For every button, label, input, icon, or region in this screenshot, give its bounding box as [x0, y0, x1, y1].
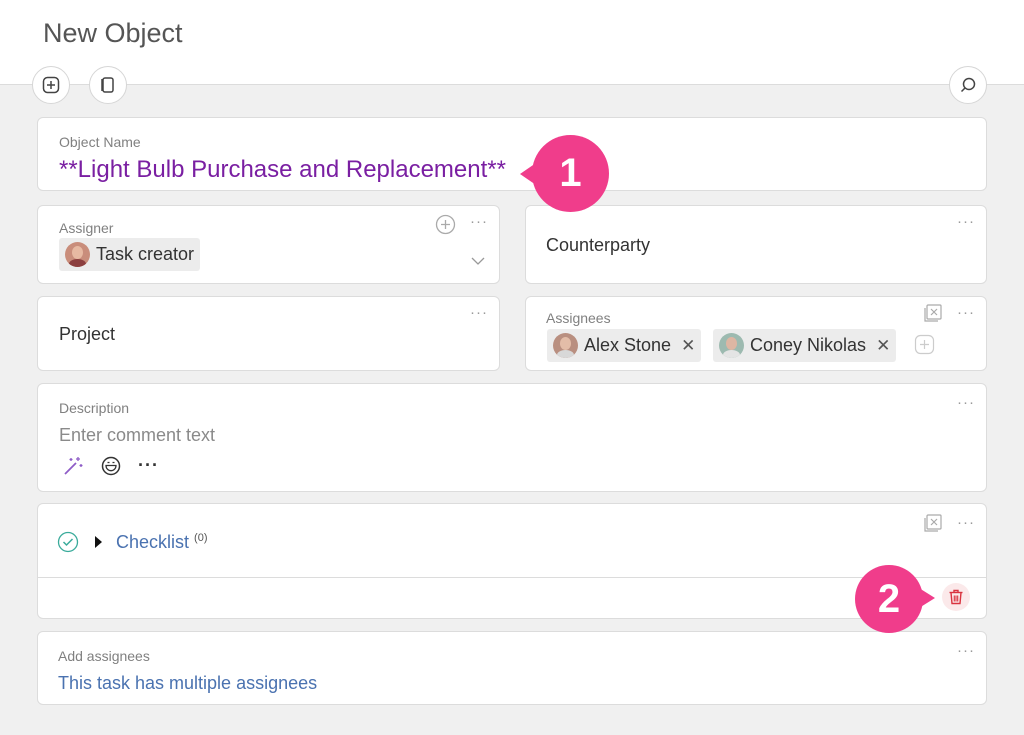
add-assignees-value[interactable]: This task has multiple assignees	[58, 673, 317, 694]
avatar	[65, 242, 90, 267]
assigner-card[interactable]: Assigner ··· Task creator	[37, 205, 500, 284]
description-input[interactable]: Enter comment text	[59, 425, 215, 446]
trash-icon	[949, 589, 963, 605]
check-circle-icon[interactable]	[57, 531, 79, 553]
description-label: Description	[59, 400, 130, 416]
header: New Object	[0, 0, 1024, 85]
add-assignees-more-icon[interactable]: ···	[957, 643, 975, 658]
assigner-more-icon[interactable]: ···	[470, 214, 488, 229]
assigner-value: Task creator	[96, 244, 195, 264]
badge-pointer-icon	[919, 588, 935, 608]
more-icon[interactable]: ···	[138, 456, 159, 474]
object-name-card[interactable]: Object Name **Light Bulb Purchase and Re…	[37, 117, 987, 191]
object-name-label: Object Name	[59, 134, 141, 150]
avatar	[719, 333, 744, 358]
add-object-icon	[42, 76, 60, 94]
add-object-button[interactable]	[32, 66, 70, 104]
assignees-label: Assignees	[546, 310, 611, 326]
counterparty-more-icon[interactable]: ···	[957, 214, 975, 229]
add-assignees-card[interactable]: Add assignees This task has multiple ass…	[37, 631, 987, 705]
emoji-icon[interactable]	[100, 455, 122, 477]
annotation-badge-1: 1	[520, 135, 609, 212]
clear-icon[interactable]	[923, 303, 943, 323]
counterparty-card[interactable]: Counterparty ···	[525, 205, 987, 284]
page-title: New Object	[43, 18, 183, 48]
magic-wand-icon[interactable]	[62, 455, 84, 477]
remove-assignee-icon[interactable]: ✕	[681, 336, 695, 356]
divider	[38, 577, 986, 578]
search-button[interactable]	[949, 66, 987, 104]
badge-number: 1	[559, 151, 582, 195]
search-icon	[960, 77, 976, 93]
add-assignee-icon[interactable]	[914, 334, 935, 355]
counterparty-label: Counterparty	[546, 235, 651, 255]
badge-pointer-icon	[520, 163, 536, 185]
plus-circle-icon[interactable]	[435, 214, 456, 235]
panel-toggle-button[interactable]	[89, 66, 127, 104]
checklist-more-icon[interactable]: ···	[957, 515, 975, 530]
project-card[interactable]: Project ···	[37, 296, 500, 371]
delete-button[interactable]	[942, 583, 970, 611]
project-more-icon[interactable]: ···	[470, 305, 488, 320]
assignees-card[interactable]: Assignees ··· Alex Stone ✕ Coney Nikolas…	[525, 296, 987, 371]
checklist-card[interactable]: Checklist (0) ···	[37, 503, 987, 619]
assigner-label: Assigner	[59, 220, 114, 236]
panel-icon	[101, 77, 114, 93]
description-card[interactable]: Description Enter comment text ··· ···	[37, 383, 987, 492]
assignee-chip[interactable]: Alex Stone ✕	[547, 329, 702, 362]
annotation-badge-2: 2	[855, 565, 935, 633]
assignees-more-icon[interactable]: ···	[957, 305, 975, 320]
badge-number: 2	[877, 576, 901, 621]
assignee-name: Alex Stone	[584, 335, 672, 355]
description-more-icon[interactable]: ···	[957, 395, 975, 410]
checklist-label: Checklist	[116, 532, 190, 552]
remove-assignee-icon[interactable]: ✕	[876, 336, 890, 356]
assignee-chip[interactable]: Coney Nikolas ✕	[713, 329, 897, 362]
add-assignees-label: Add assignees	[58, 648, 150, 664]
caret-right-icon[interactable]	[93, 535, 103, 549]
clear-icon[interactable]	[923, 513, 943, 533]
chevron-down-icon[interactable]	[470, 255, 486, 267]
project-label: Project	[59, 324, 116, 344]
object-name-value[interactable]: **Light Bulb Purchase and Replacement**	[59, 156, 506, 184]
checklist-title[interactable]: Checklist (0)	[116, 532, 208, 553]
checklist-count: (0)	[194, 532, 208, 544]
assigner-chip[interactable]: Task creator	[59, 238, 201, 271]
assignee-name: Coney Nikolas	[750, 335, 867, 355]
avatar	[553, 333, 578, 358]
